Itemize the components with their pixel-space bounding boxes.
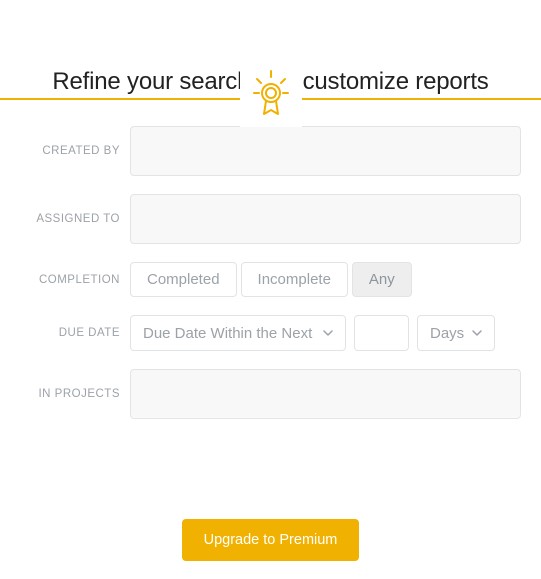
label-assigned-to: ASSIGNED TO: [30, 213, 130, 225]
due-range-label: Due Date Within the Next: [143, 325, 312, 342]
due-unit-label: Days: [430, 325, 464, 342]
created-by-input[interactable]: [130, 126, 521, 176]
completion-segmented: Completed Incomplete Any: [130, 262, 521, 297]
filter-form: CREATED BY ASSIGNED TO COMPLETION Comple…: [0, 126, 541, 419]
label-completion: COMPLETION: [30, 274, 130, 286]
completion-option-incomplete[interactable]: Incomplete: [241, 262, 348, 297]
in-projects-input[interactable]: [130, 369, 521, 419]
completion-option-completed[interactable]: Completed: [130, 262, 237, 297]
due-number-input[interactable]: [354, 315, 409, 351]
label-created-by: CREATED BY: [30, 145, 130, 157]
due-range-select[interactable]: Due Date Within the Next: [130, 315, 346, 351]
premium-badge-icon: [240, 68, 302, 127]
label-due-date: DUE DATE: [30, 327, 130, 339]
assigned-to-input[interactable]: [130, 194, 521, 244]
due-unit-select[interactable]: Days: [417, 315, 495, 351]
chevron-down-icon: [472, 328, 482, 338]
chevron-down-icon: [323, 328, 333, 338]
completion-option-any[interactable]: Any: [352, 262, 412, 297]
upgrade-button[interactable]: Upgrade to Premium: [182, 519, 360, 561]
label-in-projects: IN PROJECTS: [30, 388, 130, 400]
